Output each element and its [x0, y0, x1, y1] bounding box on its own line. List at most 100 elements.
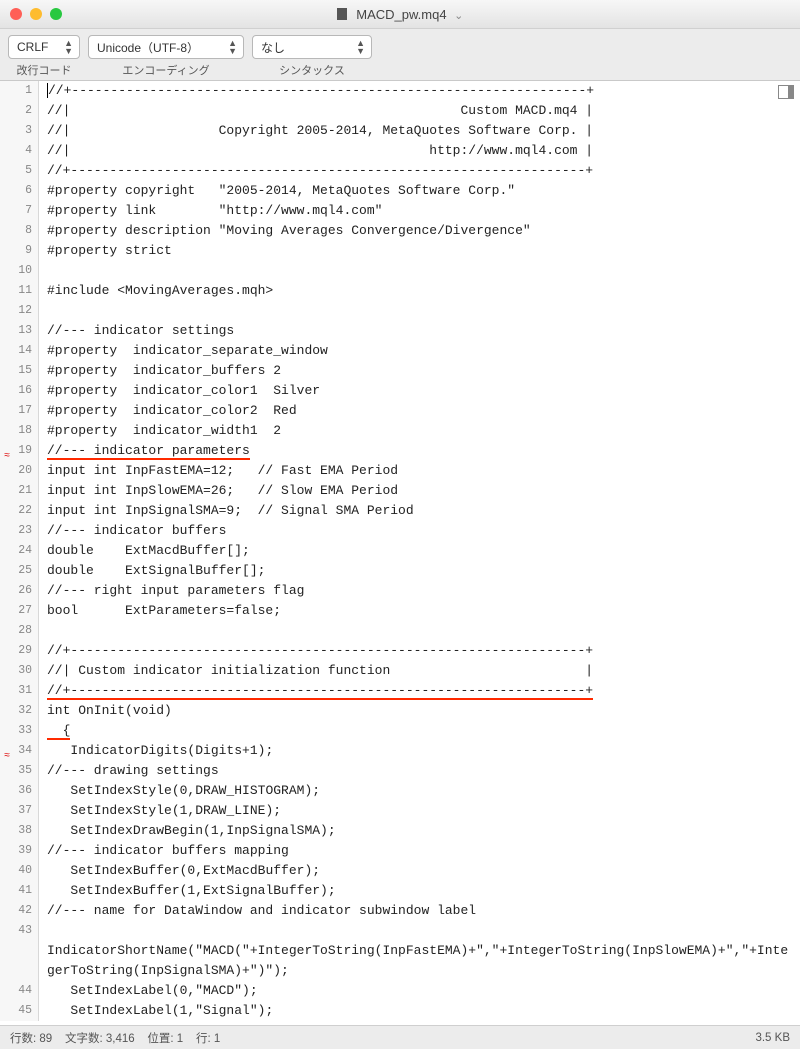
code-line[interactable]: input int InpSlowEMA=26; // Slow EMA Per… — [39, 481, 800, 501]
status-size: 3.5 KB — [755, 1032, 790, 1044]
code-line[interactable]: //| Custom MACD.mq4 | — [39, 101, 800, 121]
window-title-text: MACD_pw.mq4 — [356, 7, 446, 22]
code-line[interactable]: IndicatorDigits(Digits+1); — [39, 741, 800, 761]
updown-icon: ▲▼ — [228, 39, 237, 55]
code-line[interactable]: #property indicator_width1 2 — [39, 421, 800, 441]
code-line[interactable]: SetIndexLabel(0,"MACD"); — [39, 981, 800, 1001]
line-number: 39 — [0, 841, 39, 861]
code-line[interactable]: #property description "Moving Averages C… — [39, 221, 800, 241]
code-line[interactable]: #property copyright "2005-2014, MetaQuot… — [39, 181, 800, 201]
line-number: 38 — [0, 821, 39, 841]
editor-area[interactable]: 1//+------------------------------------… — [0, 80, 800, 1025]
code-line[interactable]: //--- indicator buffers mapping — [39, 841, 800, 861]
traffic-lights — [10, 8, 62, 20]
code-line[interactable]: SetIndexDrawBegin(1,InpSignalSMA); — [39, 821, 800, 841]
code-line[interactable]: SetIndexBuffer(0,ExtMacdBuffer); — [39, 861, 800, 881]
sidebar-toggle-icon[interactable] — [778, 85, 794, 99]
line-number: 44 — [0, 981, 39, 1001]
line-number: 36 — [0, 781, 39, 801]
toolbar: CRLF ▲▼ 改行コード Unicode（UTF-8） ▲▼ エンコーディング… — [0, 29, 800, 80]
code-line[interactable]: //--- name for DataWindow and indicator … — [39, 901, 800, 921]
code-line[interactable]: #property indicator_color2 Red — [39, 401, 800, 421]
encoding-select[interactable]: Unicode（UTF-8） ▲▼ — [88, 35, 244, 59]
line-number: 25 — [0, 561, 39, 581]
window-title: MACD_pw.mq4 ⌄ — [0, 7, 800, 22]
code-line[interactable] — [39, 621, 800, 641]
line-number: 40 — [0, 861, 39, 881]
encoding-label: エンコーディング — [122, 62, 209, 78]
code-line[interactable]: //| Copyright 2005-2014, MetaQuotes Soft… — [39, 121, 800, 141]
document-icon — [337, 8, 347, 20]
line-number: 26 — [0, 581, 39, 601]
code-line[interactable]: //| http://www.mql4.com | — [39, 141, 800, 161]
status-chars: 文字数: 3,416 — [65, 1033, 135, 1045]
code-line[interactable]: input int InpSignalSMA=9; // Signal SMA … — [39, 501, 800, 521]
code-line[interactable]: SetIndexLabel(1,"Signal"); — [39, 1001, 800, 1021]
code-line[interactable]: { — [39, 721, 800, 741]
line-number: 42 — [0, 901, 39, 921]
line-ending-select[interactable]: CRLF ▲▼ — [8, 35, 80, 59]
line-number: 41 — [0, 881, 39, 901]
line-number: 30 — [0, 661, 39, 681]
code-line[interactable]: #property link "http://www.mql4.com" — [39, 201, 800, 221]
line-number: 27 — [0, 601, 39, 621]
code-line[interactable] — [39, 301, 800, 321]
code-line[interactable]: IndicatorShortName("MACD("+IntegerToStri… — [39, 921, 800, 981]
code-line[interactable]: //+-------------------------------------… — [39, 681, 800, 701]
code-line[interactable]: #property strict — [39, 241, 800, 261]
code-line[interactable] — [39, 261, 800, 281]
code-line[interactable]: double ExtMacdBuffer[]; — [39, 541, 800, 561]
line-number: 6 — [0, 181, 39, 201]
status-row: 行: 1 — [196, 1033, 220, 1045]
line-number: 3 — [0, 121, 39, 141]
code-line[interactable]: //--- indicator buffers — [39, 521, 800, 541]
code-line[interactable]: SetIndexStyle(1,DRAW_LINE); — [39, 801, 800, 821]
code-line[interactable]: #property indicator_color1 Silver — [39, 381, 800, 401]
syntax-value: なし — [261, 39, 285, 56]
line-number: 45 — [0, 1001, 39, 1021]
updown-icon: ▲▼ — [64, 39, 73, 55]
line-ending-label: 改行コード — [17, 62, 72, 78]
code-line[interactable]: //+-------------------------------------… — [39, 161, 800, 181]
code-line[interactable]: //| Custom indicator initialization func… — [39, 661, 800, 681]
code-line[interactable]: #property indicator_buffers 2 — [39, 361, 800, 381]
code-line[interactable]: //--- right input parameters flag — [39, 581, 800, 601]
line-number: 32 — [0, 701, 39, 721]
code-line[interactable]: #property indicator_separate_window — [39, 341, 800, 361]
code-line[interactable]: //+-------------------------------------… — [39, 81, 800, 101]
maximize-icon[interactable] — [50, 8, 62, 20]
line-number: 1 — [0, 81, 39, 101]
minimize-icon[interactable] — [30, 8, 42, 20]
updown-icon: ▲▼ — [356, 39, 365, 55]
line-number: 14 — [0, 341, 39, 361]
close-icon[interactable] — [10, 8, 22, 20]
encoding-value: Unicode（UTF-8） — [97, 39, 199, 56]
code-line[interactable]: //--- indicator parameters — [39, 441, 800, 461]
status-left: 行数: 89 文字数: 3,416 位置: 1 行: 1 — [10, 1030, 220, 1046]
code-line[interactable]: double ExtSignalBuffer[]; — [39, 561, 800, 581]
line-number: 24 — [0, 541, 39, 561]
line-number: 10 — [0, 261, 39, 281]
line-number: 19 — [0, 441, 39, 461]
line-number: 18 — [0, 421, 39, 441]
code-line[interactable]: #include <MovingAverages.mqh> — [39, 281, 800, 301]
code-line[interactable]: //--- drawing settings — [39, 761, 800, 781]
line-number: 21 — [0, 481, 39, 501]
line-number: 16 — [0, 381, 39, 401]
code-line[interactable]: SetIndexBuffer(1,ExtSignalBuffer); — [39, 881, 800, 901]
line-number: 9 — [0, 241, 39, 261]
line-number: 43 — [0, 921, 39, 981]
code-editor[interactable]: 1//+------------------------------------… — [0, 81, 800, 1021]
code-line[interactable]: int OnInit(void) — [39, 701, 800, 721]
line-number: 2 — [0, 101, 39, 121]
line-number: 13 — [0, 321, 39, 341]
code-line[interactable]: bool ExtParameters=false; — [39, 601, 800, 621]
line-number: 23 — [0, 521, 39, 541]
syntax-select[interactable]: なし ▲▼ — [252, 35, 372, 59]
line-number: 28 — [0, 621, 39, 641]
code-line[interactable]: input int InpFastEMA=12; // Fast EMA Per… — [39, 461, 800, 481]
code-line[interactable]: SetIndexStyle(0,DRAW_HISTOGRAM); — [39, 781, 800, 801]
line-ending-value: CRLF — [17, 40, 48, 54]
code-line[interactable]: //--- indicator settings — [39, 321, 800, 341]
code-line[interactable]: //+-------------------------------------… — [39, 641, 800, 661]
